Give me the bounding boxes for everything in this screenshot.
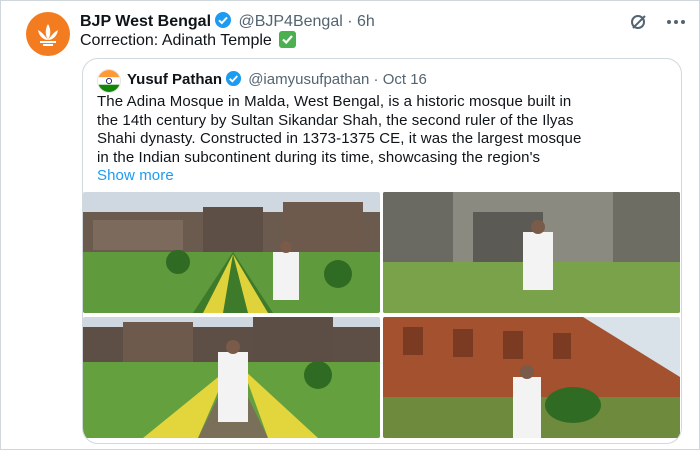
author-name[interactable]: BJP West Bengal [80,13,211,30]
quoted-text-line: in the Indian subcontinent during its ti… [97,148,541,166]
show-more-link[interactable]: Show more [97,167,174,184]
flag-avatar-icon [98,70,120,92]
tweet-text: Correction: Adinath Temple [80,31,297,50]
check-mark-button-icon [279,31,297,48]
verified-badge-icon [225,70,242,91]
more-options-icon[interactable] [664,10,688,34]
photo-1[interactable] [83,192,380,313]
quoted-tweet[interactable]: Yusuf Pathan @iamyusufpathan · Oct 16 Th… [82,58,682,444]
photo-4[interactable] [383,317,680,438]
quoted-text-line: the 14th century by Sultan Sikandar Shah… [97,111,574,129]
author-handle[interactable]: @BJP4Bengal [238,13,342,30]
quoted-text-line: The Adina Mosque in Malda, West Bengal, … [97,93,572,110]
quoted-text-line: Shahi dynasty. Constructed in 1373-1375 … [97,130,582,147]
dot-separator: · [347,13,353,30]
quoted-handle[interactable]: @iamyusufpathan [248,71,369,88]
tweet-time[interactable]: 6h [357,13,375,30]
quoted-author-name[interactable]: Yusuf Pathan [127,71,222,88]
photo-3[interactable] [83,317,380,438]
quoted-avatar[interactable] [97,69,121,93]
tweet-text-content: Correction: Adinath Temple [80,32,272,49]
grok-icon[interactable] [627,10,651,34]
dot-separator: · [373,71,379,88]
bjp-avatar[interactable] [26,12,70,56]
quoted-text: The Adina Mosque in Malda, West Bengal, … [97,93,677,186]
quoted-header: Yusuf Pathan @iamyusufpathan · Oct 16 [127,70,427,91]
lotus-logo-icon [38,24,58,46]
quoted-date[interactable]: Oct 16 [383,71,427,88]
photo-2[interactable] [383,192,680,313]
